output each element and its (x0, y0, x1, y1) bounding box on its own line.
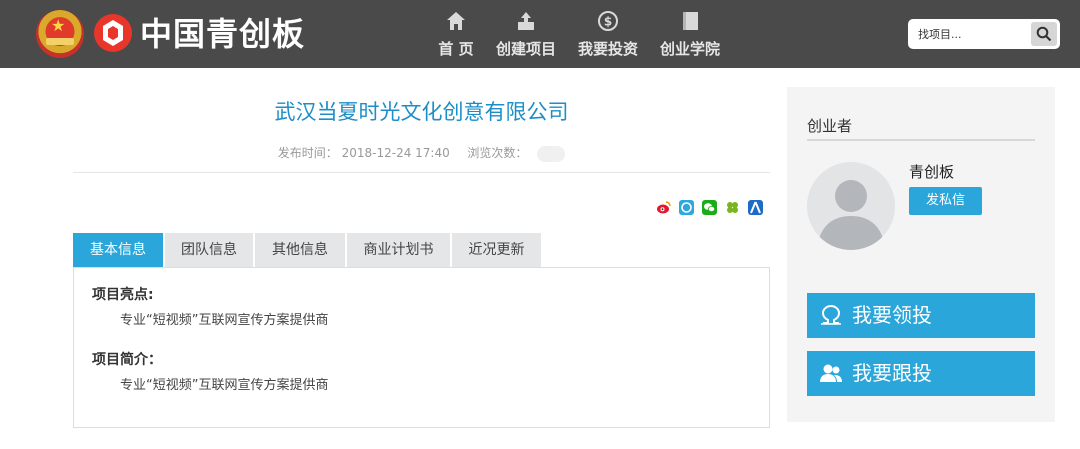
youth-league-emblem-icon: ★ (36, 10, 84, 58)
follow-invest-button[interactable]: 我要跟投 (807, 351, 1035, 396)
founder-sidebar: 创业者 青创板 发私信 我要领投 我要跟投 (787, 87, 1055, 422)
wechat-icon[interactable] (702, 200, 717, 215)
sidebar-divider (807, 139, 1035, 141)
nav-label: 我要投资 (577, 40, 638, 58)
tab-recent-updates[interactable]: 近况更新 (452, 233, 541, 268)
tab-business-plan[interactable]: 商业计划书 (347, 233, 450, 268)
nav-label: 创建项目 (495, 40, 556, 58)
section-body-intro: 专业“短视频”互联网宣传方案提供商 (120, 378, 329, 393)
upload-icon (518, 12, 534, 30)
follow-invest-label: 我要跟投 (852, 361, 932, 385)
company-title: 武汉当夏时光文化创意有限公司 (274, 100, 569, 124)
user-silhouette-icon (817, 180, 885, 250)
renren-icon[interactable] (748, 200, 763, 215)
users-icon (820, 364, 842, 382)
nav-item-home[interactable]: 首 页 (432, 10, 480, 66)
divider (73, 172, 770, 173)
home-icon (447, 12, 465, 30)
founder-name[interactable]: 青创板 (909, 161, 954, 182)
top-navbar: ★ 中国青创板 首 页 创建项目 $ 我要投资 创业学院 找项目... (0, 0, 1080, 68)
nav-item-invest[interactable]: $ 我要投资 (574, 10, 642, 66)
kaixin-icon[interactable] (725, 200, 740, 215)
dollar-icon: $ (598, 11, 618, 31)
book-icon (683, 12, 698, 30)
section-title-intro: 项目简介： (92, 352, 162, 368)
lead-invest-button[interactable]: 我要领投 (807, 293, 1035, 338)
search-input[interactable] (912, 23, 1026, 45)
nav-item-academy[interactable]: 创业学院 (656, 10, 724, 66)
site-logo-text[interactable]: 中国青创板 (140, 12, 305, 56)
tab-basic-info[interactable]: 基本信息 (73, 233, 163, 268)
nav-label: 创业学院 (659, 40, 720, 58)
search-button[interactable] (1031, 22, 1057, 46)
publish-time: 2018-12-24 17:40 (341, 146, 450, 160)
tab-team-info[interactable]: 团队信息 (165, 233, 253, 268)
avatar[interactable] (807, 162, 895, 250)
views-label: 浏览次数： (467, 146, 528, 160)
search-icon (1036, 26, 1052, 42)
tab-other-info[interactable]: 其他信息 (255, 233, 345, 268)
section-body-highlights: 专业“短视频”互联网宣传方案提供商 (120, 313, 329, 328)
omega-icon (821, 305, 841, 325)
send-message-button[interactable]: 发私信 (909, 187, 982, 215)
qzone-icon[interactable] (679, 200, 694, 215)
section-title-highlights: 项目亮点: (92, 287, 154, 303)
logo-mark-icon (94, 14, 132, 52)
weibo-icon[interactable] (656, 200, 671, 215)
nav-item-create-project[interactable]: 创建项目 (492, 10, 560, 66)
publish-meta: 发布时间： 2018-12-24 17:40 浏览次数： (73, 144, 770, 162)
tab-content-panel: 项目亮点: 专业“短视频”互联网宣传方案提供商 项目简介： 专业“短视频”互联网… (73, 267, 770, 428)
sidebar-heading: 创业者 (807, 117, 853, 135)
nav-label: 首 页 (438, 40, 474, 58)
svg-text:$: $ (604, 15, 612, 29)
publish-label: 发布时间： (277, 146, 338, 160)
views-count (537, 145, 566, 162)
search-box (908, 19, 1060, 49)
lead-invest-label: 我要领投 (852, 303, 932, 327)
